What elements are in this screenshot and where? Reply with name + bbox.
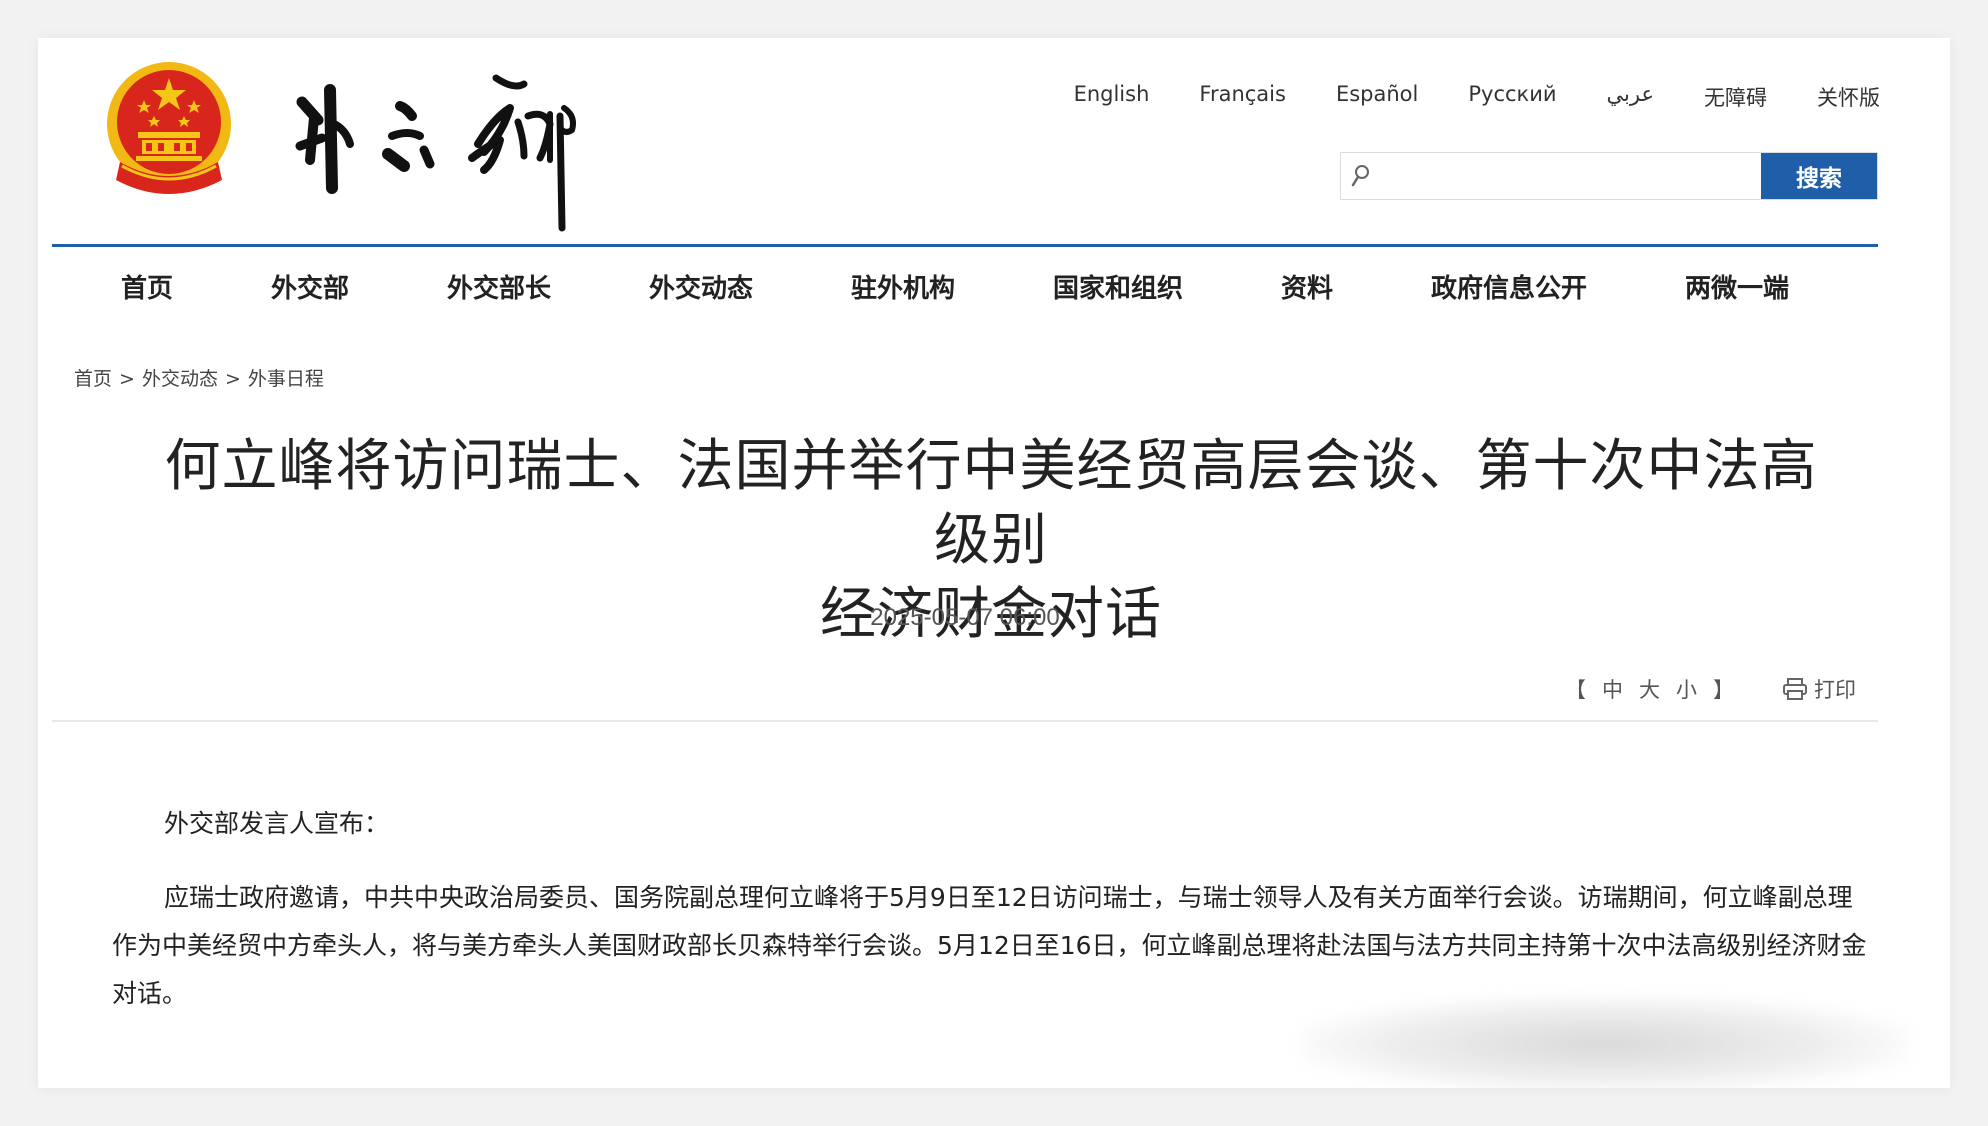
breadcrumb-separator: > <box>224 368 241 390</box>
breadcrumb-home[interactable]: 首页 <box>74 368 112 390</box>
article-paragraph: 外交部发言人宣布： <box>164 809 390 838</box>
font-size-small-button[interactable]: 小 <box>1676 678 1697 702</box>
font-size-control: 【中大小】 <box>1557 674 1742 704</box>
care-mode-link[interactable]: 关怀版 <box>1817 82 1880 112</box>
nav-item-countries-organizations[interactable]: 国家和组织 <box>1053 268 1183 305</box>
search-box: 搜索 <box>1340 152 1878 200</box>
bracket-open: 【 <box>1565 678 1586 702</box>
national-emblem-icon[interactable] <box>102 58 236 206</box>
nav-item-diplomatic-news[interactable]: 外交动态 <box>649 268 753 305</box>
article-title-line1: 何立峰将访问瑞士、法国并举行中美经贸高层会谈、第十次中法高级别 <box>164 434 1818 573</box>
nav-item-home[interactable]: 首页 <box>121 268 173 305</box>
nav-item-resources[interactable]: 资料 <box>1281 268 1333 305</box>
article-tools: 【中大小】 打印 <box>1557 674 1856 704</box>
breadcrumb-foreign-affairs-schedule[interactable]: 外事日程 <box>248 368 324 390</box>
main-nav: 首页 外交部 外交部长 外交动态 驻外机构 国家和组织 资料 政府信息公开 两微… <box>52 247 1878 325</box>
article-body: 外交部发言人宣布： 应瑞士政府邀请，中共中央政治局委员、国务院副总理何立峰将于5… <box>112 800 1872 1018</box>
breadcrumb: 首页 > 外交动态 > 外事日程 <box>74 364 324 391</box>
nav-item-minister[interactable]: 外交部长 <box>447 268 551 305</box>
accessibility-link[interactable]: 无障碍 <box>1704 82 1767 112</box>
page: English Français Español Русский عربي 无障… <box>38 38 1950 1088</box>
nav-item-gov-info[interactable]: 政府信息公开 <box>1431 268 1587 305</box>
nav-item-missions-abroad[interactable]: 驻外机构 <box>851 268 955 305</box>
search-button[interactable]: 搜索 <box>1761 153 1877 199</box>
nav-item-social-media[interactable]: 两微一端 <box>1685 268 1789 305</box>
blurred-watermark <box>1300 996 1910 1088</box>
search-icon <box>1341 153 1381 199</box>
font-size-medium-button[interactable]: 中 <box>1602 678 1623 702</box>
nav-item-ministry[interactable]: 外交部 <box>271 268 349 305</box>
publish-date: 2025-05-07 06:00 <box>870 604 1060 631</box>
lang-link-arabic[interactable]: عربي <box>1607 82 1654 112</box>
printer-icon <box>1783 678 1807 700</box>
print-button[interactable]: 打印 <box>1782 674 1856 704</box>
font-size-large-button[interactable]: 大 <box>1639 678 1660 702</box>
breadcrumb-separator: > <box>119 368 135 390</box>
site-logo-calligraphy[interactable] <box>288 60 648 232</box>
print-label: 打印 <box>1814 678 1856 702</box>
lang-link-french[interactable]: Français <box>1199 82 1286 112</box>
lang-link-spanish[interactable]: Español <box>1336 82 1418 112</box>
lang-link-russian[interactable]: Русский <box>1468 82 1556 112</box>
content-divider <box>52 720 1878 722</box>
language-bar: English Français Español Русский عربي 无障… <box>1074 82 1880 112</box>
search-input[interactable] <box>1381 153 1761 199</box>
breadcrumb-diplomatic-news[interactable]: 外交动态 <box>142 368 218 390</box>
bracket-close: 】 <box>1713 678 1734 702</box>
lang-link-english[interactable]: English <box>1074 82 1150 112</box>
